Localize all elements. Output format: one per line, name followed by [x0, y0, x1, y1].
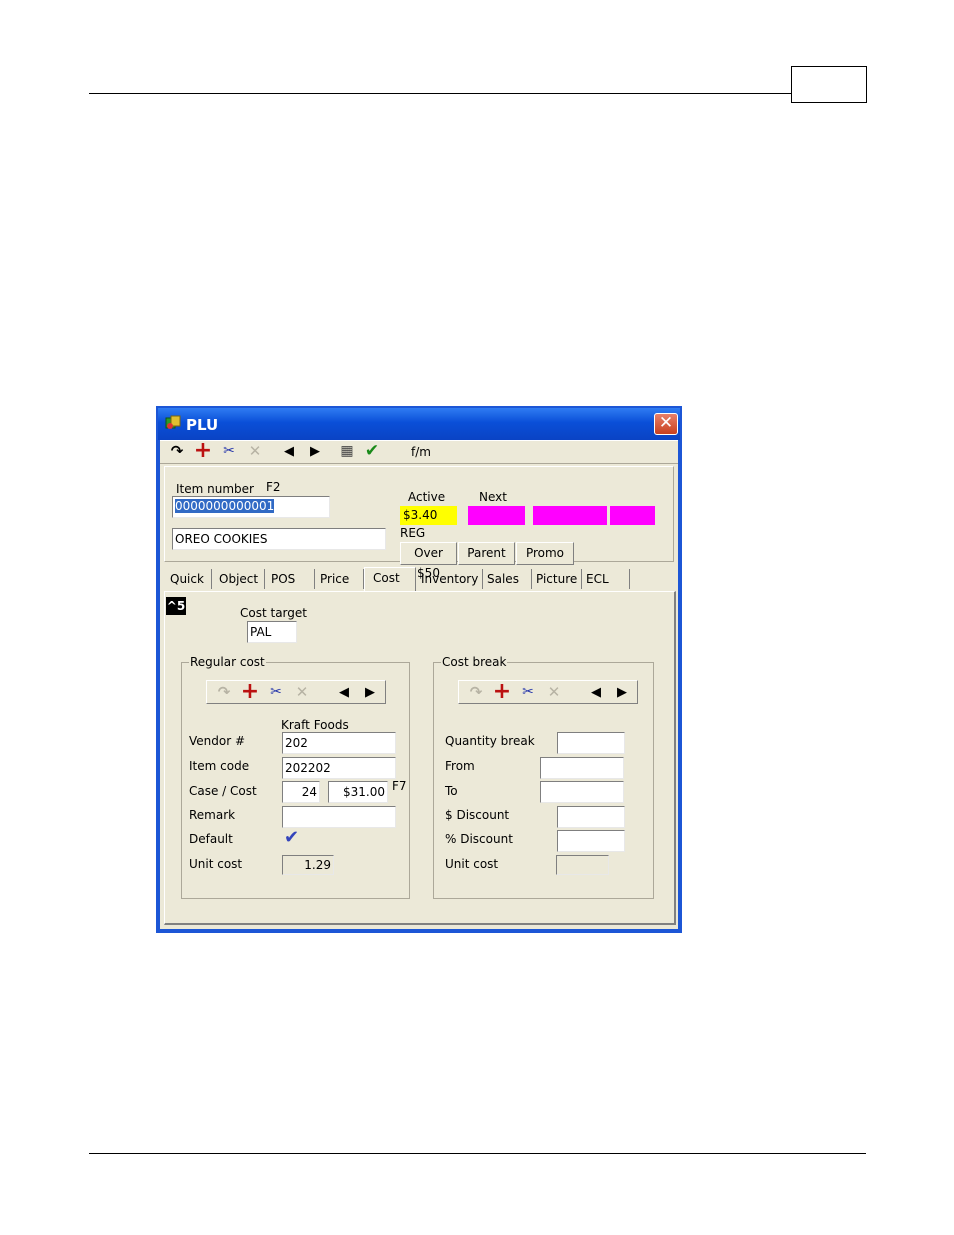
- description-input[interactable]: OREO COOKIES: [172, 528, 386, 550]
- regular-add-icon[interactable]: +: [241, 681, 259, 703]
- checkmark-icon: ✔: [284, 827, 300, 848]
- next-price-field-2[interactable]: [533, 506, 607, 525]
- cut-icon[interactable]: ✂: [220, 442, 238, 460]
- tab-object[interactable]: Object: [215, 569, 265, 589]
- from-label: From: [445, 759, 475, 773]
- close-icon: ✕: [658, 413, 674, 433]
- cost-break-title: Cost break: [441, 655, 508, 669]
- regular-delete-icon[interactable]: ✕: [293, 683, 311, 701]
- window-title: PLU: [186, 416, 219, 434]
- regular-previous-icon[interactable]: ◀: [335, 683, 353, 701]
- close-button[interactable]: ✕: [654, 413, 678, 435]
- item-number-input[interactable]: 0000000000001: [172, 496, 330, 518]
- break-add-icon[interactable]: +: [493, 681, 511, 703]
- previous-icon[interactable]: ◀: [280, 442, 298, 460]
- tab-strip: Quick Object POS Price Cost Inventory Sa…: [164, 567, 674, 591]
- percent-discount-label: % Discount: [445, 832, 513, 846]
- break-unit-cost-field: [556, 855, 609, 875]
- regular-next-icon[interactable]: ▶: [361, 683, 379, 701]
- break-previous-icon[interactable]: ◀: [587, 683, 605, 701]
- next-label: Next: [479, 490, 507, 504]
- plu-window: PLU ✕ ↷ + ✂ ✕ ◀ ▶ ▦ ✔ f/m Item number F2…: [156, 406, 682, 933]
- to-input[interactable]: [540, 781, 624, 803]
- break-next-icon[interactable]: ▶: [613, 683, 631, 701]
- price-type-label: REG: [400, 526, 426, 540]
- vendor-input[interactable]: 202: [282, 732, 396, 754]
- next-icon[interactable]: ▶: [306, 442, 324, 460]
- tab-price[interactable]: Price: [316, 569, 364, 589]
- over-50-button[interactable]: Over $50: [400, 542, 457, 580]
- promo-button[interactable]: Promo: [516, 542, 574, 565]
- default-checkbox[interactable]: ✔: [282, 827, 304, 848]
- tab-picture[interactable]: Picture: [532, 569, 582, 589]
- quantity-break-input[interactable]: [557, 732, 625, 754]
- tab-sales[interactable]: Sales: [483, 569, 532, 589]
- break-redo-icon[interactable]: ↷: [467, 683, 485, 701]
- window-client: ↷ + ✂ ✕ ◀ ▶ ▦ ✔ f/m Item number F2 00000…: [160, 440, 678, 929]
- cost-break-toolbar: ↷ + ✂ ✕ ◀ ▶: [458, 680, 638, 704]
- next-price-field-3[interactable]: [610, 506, 655, 525]
- footer-rule: [89, 1153, 866, 1154]
- item-number-label: Item number: [176, 482, 254, 496]
- item-code-label: Item code: [189, 759, 250, 773]
- regular-cut-icon[interactable]: ✂: [267, 683, 285, 701]
- tab-quick[interactable]: Quick: [166, 569, 212, 589]
- cost-target-label: Cost target: [240, 606, 307, 620]
- remark-input[interactable]: [282, 806, 396, 828]
- check-icon[interactable]: ✔: [363, 442, 381, 460]
- tab-pos[interactable]: POS: [267, 569, 315, 589]
- break-cut-icon[interactable]: ✂: [519, 683, 537, 701]
- vendor-name: Kraft Foods: [281, 718, 349, 732]
- parent-button[interactable]: Parent: [458, 542, 515, 565]
- item-code-input[interactable]: 202202: [282, 757, 396, 779]
- active-price-field[interactable]: $3.40: [400, 506, 457, 525]
- percent-discount-input[interactable]: [557, 830, 625, 852]
- redo-icon[interactable]: ↷: [168, 442, 186, 460]
- regular-redo-icon[interactable]: ↷: [215, 683, 233, 701]
- dollar-discount-input[interactable]: [557, 806, 625, 828]
- tab-cost[interactable]: Cost: [364, 567, 416, 591]
- fm-label[interactable]: f/m: [411, 445, 431, 459]
- cost-target-input[interactable]: PAL: [247, 621, 297, 643]
- vendor-label: Vendor #: [189, 734, 246, 748]
- regular-cost-toolbar: ↷ + ✂ ✕ ◀ ▶: [206, 680, 386, 704]
- break-delete-icon[interactable]: ✕: [545, 683, 563, 701]
- shortcut-badge: ^5: [166, 597, 186, 615]
- break-unit-cost-label: Unit cost: [445, 857, 499, 871]
- main-toolbar: ↷ + ✂ ✕ ◀ ▶ ▦ ✔ f/m: [160, 440, 678, 464]
- to-label: To: [445, 784, 458, 798]
- case-cost-label: Case / Cost: [189, 784, 257, 798]
- tab-inventory[interactable]: Inventory: [417, 569, 483, 589]
- unit-cost-field: 1.29: [282, 855, 334, 875]
- active-label: Active: [408, 490, 446, 504]
- unit-cost-label: Unit cost: [189, 857, 243, 871]
- case-cost-input[interactable]: $31.00: [328, 781, 388, 803]
- title-bar[interactable]: PLU ✕: [158, 408, 680, 440]
- remark-label: Remark: [189, 808, 236, 822]
- header-rule: [89, 93, 791, 94]
- item-number-value: 0000000000001: [175, 499, 275, 513]
- page-number-box: [791, 66, 867, 103]
- app-icon: [165, 415, 181, 429]
- tab-ecl[interactable]: ECL: [582, 569, 630, 589]
- dollar-discount-label: $ Discount: [445, 808, 510, 822]
- from-input[interactable]: [540, 757, 624, 779]
- grid-icon[interactable]: ▦: [338, 442, 356, 460]
- delete-icon[interactable]: ✕: [246, 442, 264, 460]
- add-icon[interactable]: +: [194, 440, 212, 462]
- default-label: Default: [189, 832, 233, 846]
- cost-key-label: F7: [392, 779, 407, 793]
- quantity-break-label: Quantity break: [445, 734, 535, 748]
- regular-cost-title: Regular cost: [189, 655, 266, 669]
- next-price-field-1[interactable]: [468, 506, 525, 525]
- item-number-key: F2: [266, 480, 281, 494]
- case-quantity-input[interactable]: 24: [282, 781, 320, 803]
